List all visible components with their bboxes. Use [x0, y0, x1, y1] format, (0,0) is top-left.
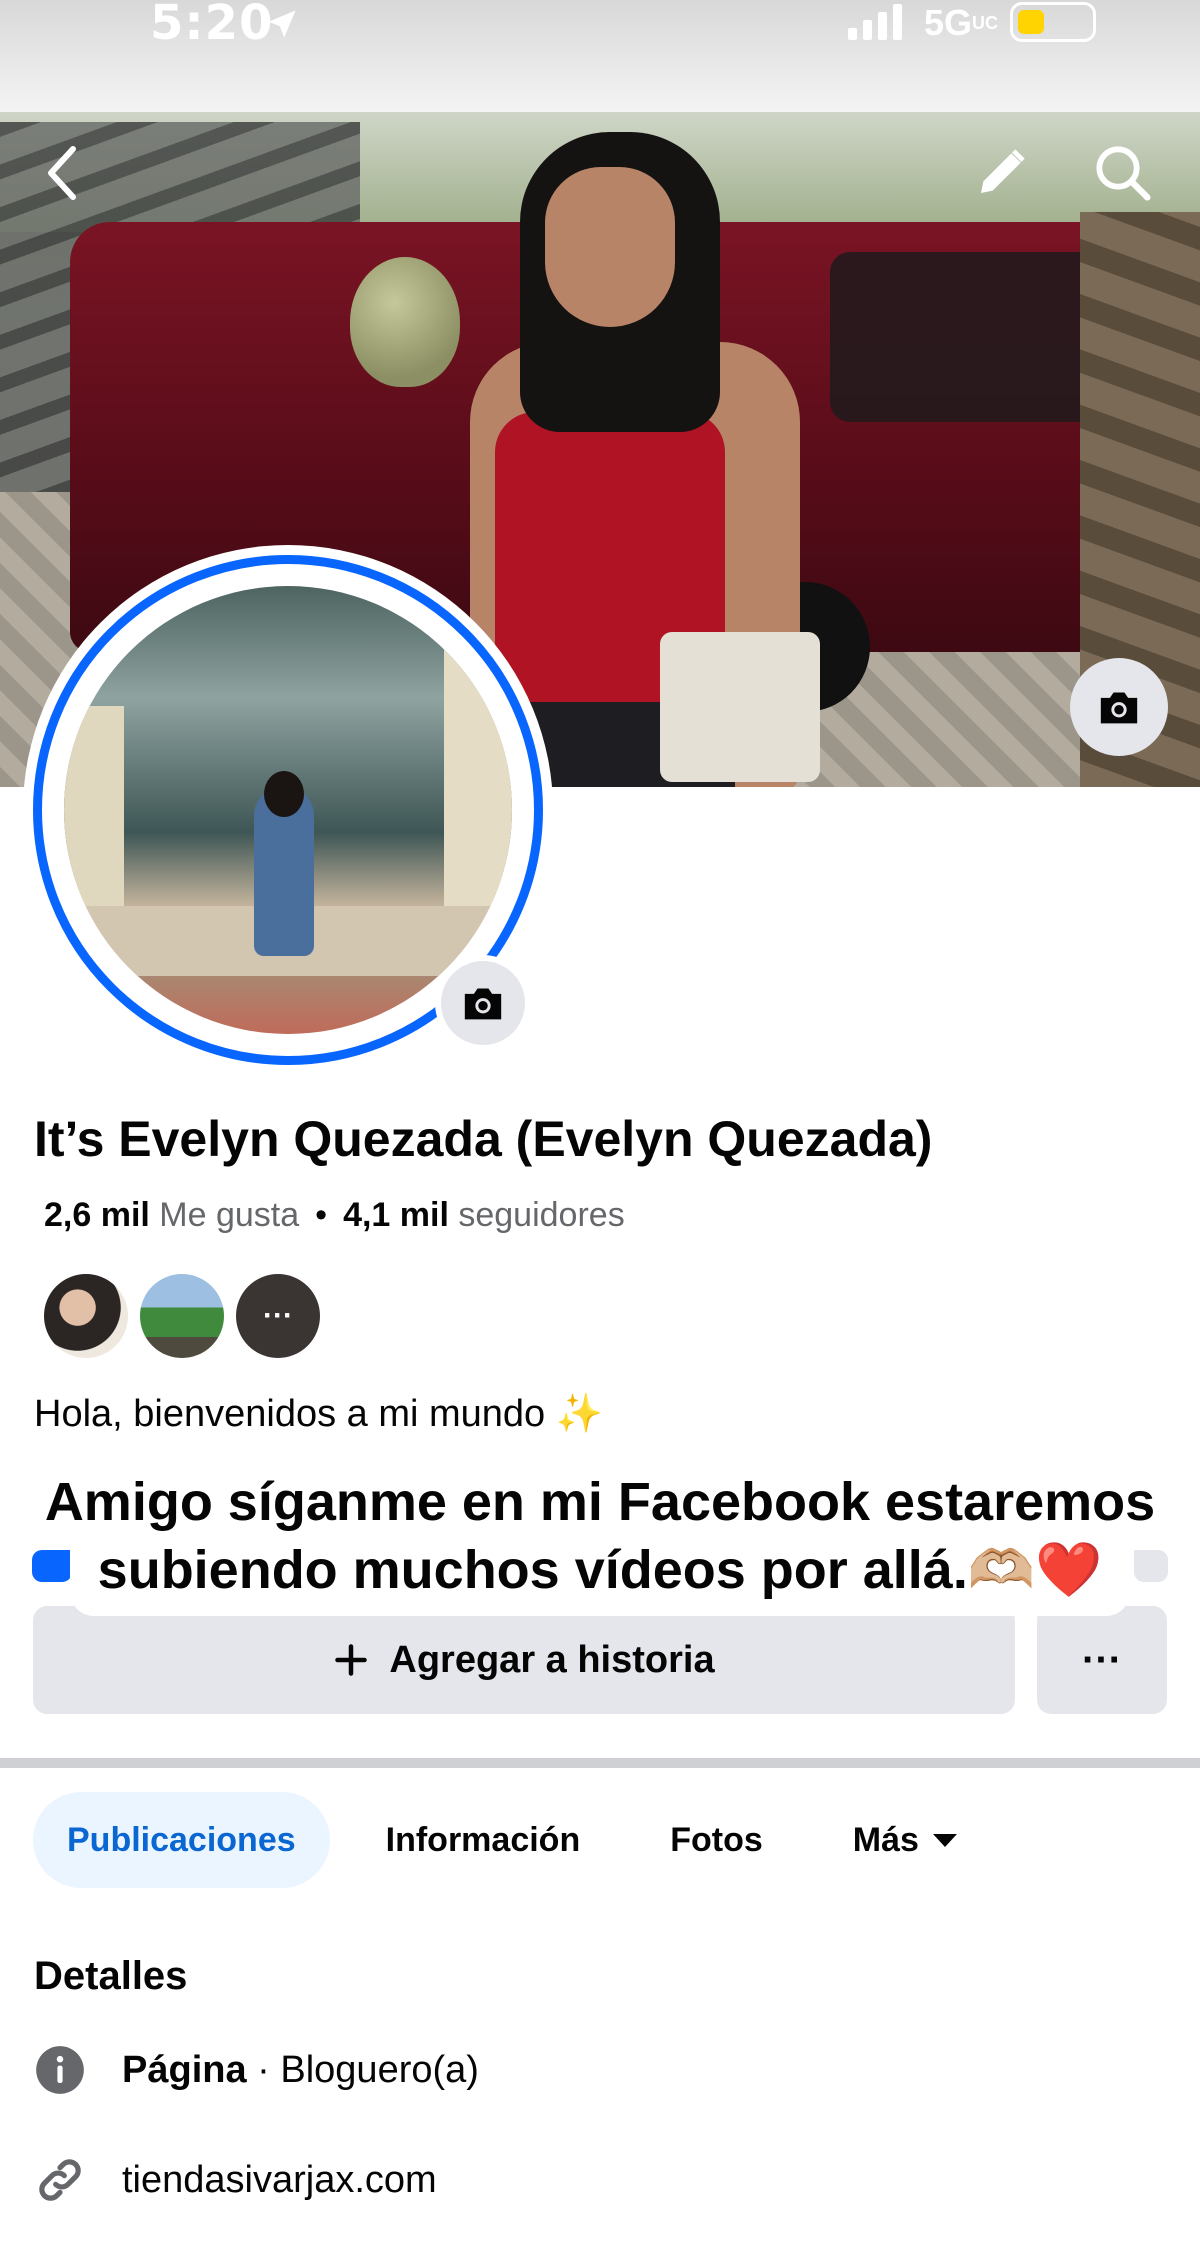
cover-camera-button[interactable] — [1070, 658, 1168, 756]
profile-tabs: Publicaciones Información Fotos Más — [33, 1792, 991, 1888]
search-button[interactable] — [1090, 140, 1154, 204]
detail-page-type: Página · Bloguero(a) — [34, 2044, 479, 2096]
likes-label[interactable]: Me gusta — [159, 1196, 299, 1234]
add-story-label: Agregar a historia — [389, 1638, 715, 1681]
pencil-icon — [981, 149, 1025, 193]
followers-label[interactable]: seguidores — [458, 1196, 624, 1234]
more-options-button[interactable]: ··· — [1037, 1606, 1167, 1714]
page-type-label: Página — [122, 2048, 247, 2091]
edit-button[interactable] — [972, 142, 1032, 202]
page-type-value: · Bloguero(a) — [246, 2048, 479, 2091]
followers-avatars[interactable]: ··· — [42, 1272, 322, 1360]
caption-line-2: subiendo muchos vídeos por allá.🫶🏼❤️ — [97, 1540, 1103, 1600]
profile-camera-button[interactable] — [435, 955, 531, 1051]
network-label: 5GUC — [924, 2, 999, 43]
status-bar: 5:20 5GUC — [0, 0, 1200, 112]
profile-bio: Hola, bienvenidos a mi mundo ✨ — [34, 1393, 604, 1435]
section-divider — [0, 1758, 1200, 1768]
back-arrow-icon — [48, 146, 76, 200]
signal-icon — [848, 4, 902, 40]
camera-icon — [1100, 692, 1138, 724]
tab-fotos[interactable]: Fotos — [636, 1792, 797, 1888]
website-link[interactable]: tiendasivarjax.com — [122, 2159, 437, 2202]
tab-informacion[interactable]: Información — [352, 1792, 615, 1888]
add-story-button[interactable]: Agregar a historia — [33, 1606, 1015, 1714]
details-heading: Detalles — [34, 1954, 188, 1998]
followers-count[interactable]: 4,1 mil — [343, 1196, 449, 1234]
tab-mas[interactable]: Más — [819, 1792, 991, 1888]
more-options-label: ··· — [1082, 1637, 1122, 1682]
overlay-caption: Amigo síganme en mi Facebook estaremos s… — [0, 1468, 1200, 1604]
profile-stats: 2,6 mil Me gusta • 4,1 mil seguidores — [44, 1196, 625, 1234]
likes-count[interactable]: 2,6 mil — [44, 1196, 150, 1234]
more-followers-avatar[interactable]: ··· — [234, 1272, 322, 1360]
avatar[interactable] — [138, 1272, 226, 1360]
caret-down-icon — [932, 1833, 957, 1847]
avatar[interactable] — [42, 1272, 130, 1360]
info-icon — [34, 2044, 86, 2096]
plus-icon — [335, 1644, 368, 1676]
location-arrow-icon — [268, 10, 296, 38]
tab-publicaciones[interactable]: Publicaciones — [33, 1792, 330, 1888]
camera-icon — [464, 988, 502, 1020]
link-icon — [34, 2154, 86, 2206]
profile-name: It’s Evelyn Quezada (Evelyn Quezada) — [34, 1111, 933, 1167]
search-icon — [1096, 146, 1151, 201]
caption-line-1: Amigo síganme en mi Facebook estaremos — [44, 1472, 1156, 1532]
detail-website[interactable]: tiendasivarjax.com — [34, 2154, 437, 2206]
battery-icon — [1010, 2, 1096, 42]
back-button[interactable] — [38, 138, 88, 208]
status-time: 5:20 — [150, 0, 274, 51]
